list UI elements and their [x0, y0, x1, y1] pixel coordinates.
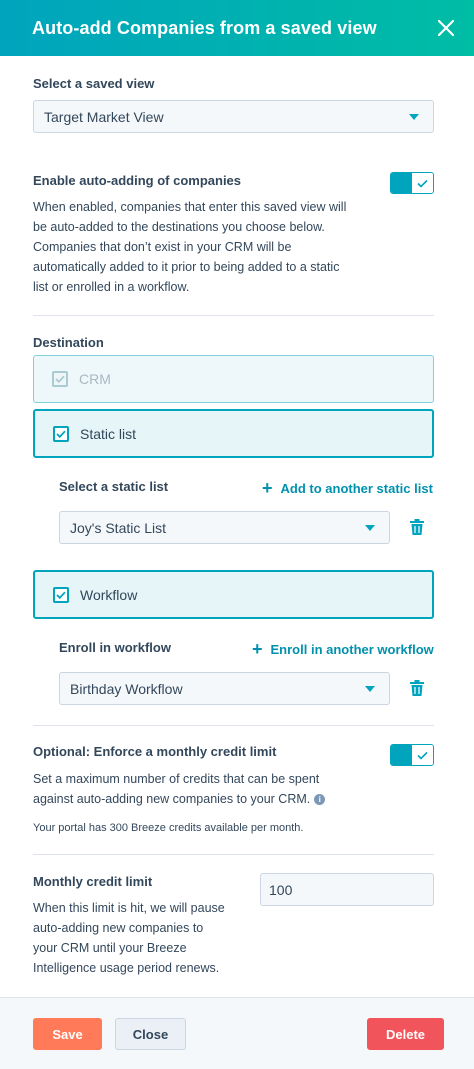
crm-label: CRM: [79, 371, 111, 387]
modal-title: Auto-add Companies from a saved view: [32, 17, 377, 38]
monthly-limit-label: Monthly credit limit: [33, 874, 153, 889]
chevron-down-icon: [365, 525, 375, 531]
static-list-label: Static list: [80, 425, 137, 442]
divider: [33, 725, 434, 726]
crm-checkbox: [52, 371, 68, 387]
trash-icon[interactable]: [410, 519, 424, 535]
auto-add-label: Enable auto-adding of companies: [33, 173, 242, 188]
check-icon: [56, 430, 66, 438]
destination-crm-card: CRM: [33, 355, 434, 403]
info-icon[interactable]: i: [314, 794, 326, 806]
static-list-value: Joy's Static List: [70, 519, 167, 536]
workflow-checkbox[interactable]: [53, 586, 69, 603]
check-icon: [417, 179, 428, 188]
save-button[interactable]: Save: [33, 1018, 102, 1050]
toggle-knob: [412, 745, 433, 765]
add-static-list-text: Add to another static list: [280, 481, 433, 496]
workflow-value: Birthday Workflow: [70, 680, 183, 697]
toggle-on-track: [391, 745, 412, 765]
monthly-limit-input[interactable]: 100: [260, 873, 434, 906]
divider: [33, 854, 434, 855]
credit-limit-label: Optional: Enforce a monthly credit limit: [33, 744, 277, 759]
credit-limit-toggle[interactable]: [390, 744, 434, 766]
destination-label: Destination: [33, 335, 104, 350]
monthly-limit-value: 100: [269, 881, 293, 898]
close-button[interactable]: Close: [115, 1018, 186, 1050]
destination-static-list-card[interactable]: Static list: [33, 409, 434, 458]
auto-add-toggle[interactable]: [390, 172, 434, 194]
chevron-down-icon: [365, 686, 375, 692]
enroll-workflow-text: Enroll in another workflow: [270, 642, 434, 657]
plus-icon: +: [252, 639, 263, 659]
chevron-down-icon: [409, 114, 419, 120]
destination-workflow-card[interactable]: Workflow: [33, 570, 434, 619]
auto-add-help: When enabled, companies that enter this …: [33, 200, 347, 294]
saved-view-select[interactable]: Target Market View: [33, 100, 434, 133]
static-list-select-label: Select a static list: [59, 479, 169, 494]
plus-icon: +: [262, 478, 273, 498]
workflow-select[interactable]: Birthday Workflow: [59, 672, 390, 705]
close-icon[interactable]: [434, 16, 458, 40]
saved-view-value: Target Market View: [44, 108, 164, 125]
toggle-knob: [412, 173, 433, 193]
toggle-on-track: [391, 173, 412, 193]
delete-button[interactable]: Delete: [367, 1018, 444, 1050]
credit-limit-help-text: Set a maximum number of credits that can…: [33, 772, 320, 806]
divider: [33, 315, 434, 316]
static-list-select[interactable]: Joy's Static List: [59, 511, 390, 544]
add-static-list-link[interactable]: + Add to another static list: [262, 478, 433, 498]
modal-footer: Save Close Delete: [0, 997, 474, 1069]
saved-view-label: Select a saved view: [33, 76, 155, 91]
check-icon: [417, 751, 428, 760]
workflow-select-label: Enroll in workflow: [59, 640, 171, 655]
modal-header: Auto-add Companies from a saved view: [0, 0, 474, 56]
enroll-workflow-link[interactable]: + Enroll in another workflow: [252, 639, 434, 659]
trash-icon[interactable]: [410, 680, 424, 696]
workflow-label: Workflow: [80, 586, 138, 603]
check-icon: [55, 375, 65, 383]
credit-limit-help: Set a maximum number of credits that can…: [33, 769, 343, 809]
static-list-checkbox[interactable]: [53, 425, 69, 442]
credit-note: Your portal has 300 Breeze credits avail…: [33, 822, 304, 834]
monthly-limit-help: When this limit is hit, we will pause au…: [33, 901, 225, 975]
check-icon: [56, 591, 66, 599]
